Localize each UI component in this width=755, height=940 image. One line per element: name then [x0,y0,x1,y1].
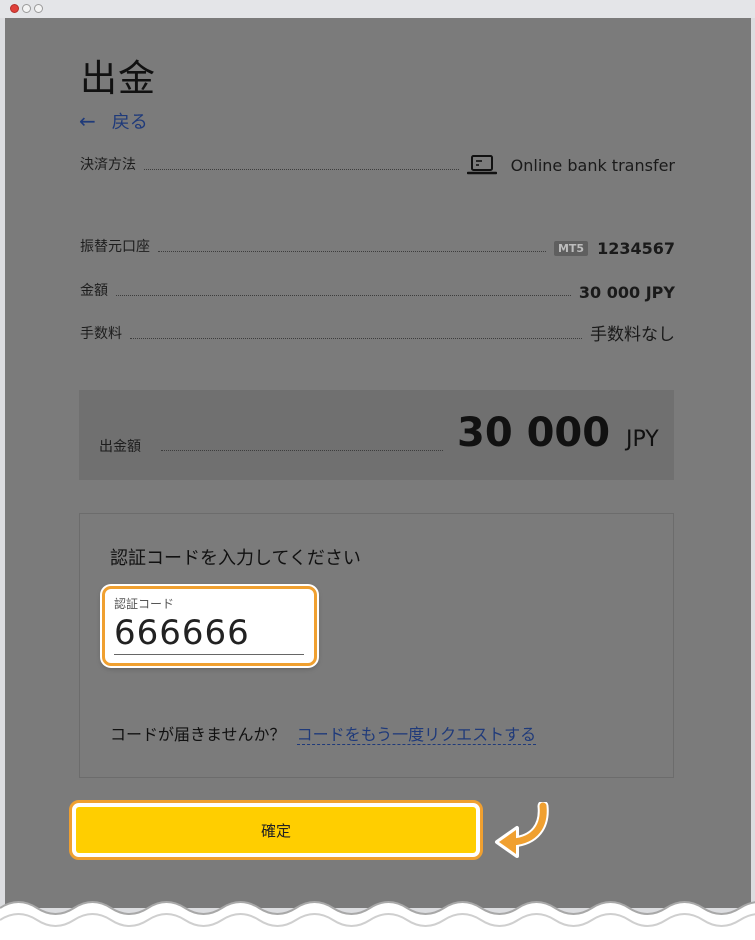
page-title: 出金 [80,57,156,100]
source-account-value: MT5 1234567 [553,239,675,258]
source-account-label: 振替元口座 [80,239,150,255]
dotted-leader [130,338,582,339]
torn-edge-decoration [0,901,755,940]
fee-label: 手数料 [80,326,122,342]
browser-window: 出金 ← 戻る 決済方法 Online bank transfer 振替元口座 … [0,0,755,940]
confirm-button-highlight: 確定 [69,800,483,860]
payment-method-value: Online bank transfer [466,154,675,176]
withdrawal-total-number: 30 000 [457,410,611,456]
maximize-window-button[interactable] [34,4,43,13]
fee-row: 手数料 手数料なし [80,321,675,345]
verification-title: 認証コードを入力してください [110,548,361,569]
withdrawal-page: 出金 ← 戻る 決済方法 Online bank transfer 振替元口座 … [5,18,751,908]
amount-label: 金額 [80,283,108,299]
withdrawal-total-value: 30 000 JPY [457,410,659,456]
withdrawal-total-box: 出金額 30 000 JPY [79,390,674,480]
resend-code-link[interactable]: コードをもう一度リクエストする [296,725,537,745]
payment-method-text: Online bank transfer [510,155,675,175]
input-underline [114,654,304,655]
verification-code-value[interactable]: 666666 [114,613,250,653]
verification-code-label: 認証コード [114,597,175,611]
laptop-icon [466,154,497,176]
amount-row: 金額 30 000 JPY [80,278,675,302]
account-number: 1234567 [597,239,675,258]
curved-arrow-icon [495,802,549,858]
no-code-text: コードが届きませんか？ [110,725,286,744]
payment-method-row: 決済方法 Online bank transfer [80,152,675,176]
dotted-leader [144,169,459,170]
withdrawal-total-currency: JPY [626,427,659,452]
amount-value: 30 000 JPY [578,283,675,302]
window-titlebar [0,0,755,18]
source-account-row: 振替元口座 MT5 1234567 [80,234,675,258]
back-link[interactable]: ← 戻る [79,108,148,134]
minimize-window-button[interactable] [22,4,31,13]
withdrawal-total-label: 出金額 [99,439,141,455]
dotted-leader [116,295,571,296]
resend-row: コードが届きませんか？ コードをもう一度リクエストする [110,721,537,745]
close-window-button[interactable] [10,4,19,13]
back-label: 戻る [111,112,148,133]
verification-card: 認証コードを入力してください 認証コード 666666 コードが届きませんか？ … [79,513,674,778]
arrow-left-icon: ← [79,109,96,133]
payment-method-label: 決済方法 [80,157,136,173]
account-type-badge: MT5 [553,241,589,256]
verification-code-input[interactable]: 認証コード 666666 [102,586,317,666]
fee-value: 手数料なし [590,325,675,345]
dotted-leader [161,450,443,451]
confirm-button[interactable]: 確定 [76,807,476,853]
dotted-leader [158,251,546,252]
